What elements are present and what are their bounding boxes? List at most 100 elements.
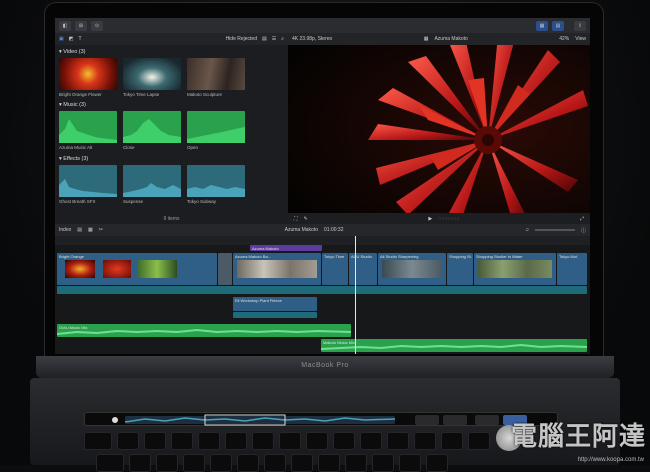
keyword-button[interactable]: ⊙ (91, 20, 103, 31)
title-clip[interactable]: Azuma Makoto (250, 245, 322, 251)
keyboard-key[interactable] (306, 432, 328, 450)
project-name: Azuma Makoto (284, 227, 319, 233)
keyboard-key[interactable] (279, 432, 301, 450)
play-button[interactable]: ▶ (428, 216, 432, 222)
laptop-screen: ◧ ⊞ ⊙ ▦ ▤ ⇪ ▣ ◩ T Hide Rejected ▤ ☰ ⌕ 4K… (55, 18, 590, 354)
keyboard-key[interactable] (183, 454, 205, 472)
video-clip[interactable]: Azuma Makoto Ba... (233, 253, 321, 285)
viewer-header: 4K 23.98p, Stereo ▦ Azuma Makoto 42% Vie… (288, 33, 590, 45)
touch-bar[interactable] (84, 412, 558, 426)
photos-icon[interactable]: ◩ (69, 36, 74, 42)
project-duration: 01:00:32 (324, 227, 344, 233)
list-view-icon[interactable]: ☰ (272, 36, 276, 42)
keyboard-key[interactable] (96, 454, 124, 472)
connected-audio[interactable] (233, 312, 317, 318)
layout-button-2[interactable]: ▤ (552, 20, 564, 31)
video-clip[interactable]: All Studio Sharpening (378, 253, 446, 285)
keyboard-row (84, 432, 490, 450)
library-toggle-button[interactable]: ◧ (59, 20, 71, 31)
section-music-label[interactable]: ▾ Music (3) (59, 102, 86, 108)
titles-icon[interactable]: T (78, 36, 81, 42)
clip-label: Tokyo Time Lapse (123, 92, 160, 97)
video-clip[interactable]: ACU Studio (349, 253, 377, 285)
audio-clip-thumbnail[interactable] (187, 111, 245, 143)
snap-icon[interactable]: ▦ (88, 227, 93, 233)
audio-clip-thumbnail[interactable] (123, 165, 181, 197)
media-browser: ▾ Video (3) Bright Orange Flower Tokyo T… (55, 45, 288, 224)
video-clip[interactable]: Tokyo Mot (557, 253, 587, 285)
timeline-ruler[interactable] (55, 236, 590, 245)
index-button[interactable]: Index (59, 227, 71, 233)
video-clip[interactable]: Tokyo Time (322, 253, 348, 285)
filmstrip-icon[interactable]: ▤ (262, 36, 267, 42)
audio-clip-thumbnail[interactable] (59, 111, 117, 143)
filmstrip-frame (237, 260, 317, 278)
search-icon[interactable]: ⌕ (281, 36, 284, 42)
video-clip[interactable]: Shopping St. (447, 253, 473, 285)
keyboard-key[interactable] (345, 454, 367, 472)
connected-clip[interactable]: Ell Workshop Plant Fleece (233, 297, 317, 311)
keyboard-key[interactable] (84, 432, 112, 450)
keyboard-key[interactable] (372, 454, 394, 472)
clip-thumbnail[interactable] (187, 58, 245, 90)
zoom-slider[interactable] (534, 229, 575, 231)
keyboard-key[interactable] (264, 454, 286, 472)
fullscreen-icon[interactable]: ⤢ (580, 216, 584, 222)
music-clip[interactable]: Ochu Music Mix (57, 324, 351, 337)
audio-skimming-icon[interactable]: ♫ (525, 227, 529, 233)
photo-stage: ◧ ⊞ ⊙ ▦ ▤ ⇪ ▣ ◩ T Hide Rejected ▤ ☰ ⌕ 4K… (0, 0, 650, 472)
clip-label: Tokyo Subway (187, 199, 217, 204)
keyboard-row (96, 454, 448, 472)
audio-clip-thumbnail[interactable] (187, 165, 245, 197)
clip-audio-lane[interactable] (57, 286, 587, 294)
keyboard-key[interactable] (252, 432, 274, 450)
keyboard-key[interactable] (360, 432, 382, 450)
keyboard-key[interactable] (156, 454, 178, 472)
keyboard-key[interactable] (468, 432, 490, 450)
audio-clip-thumbnail[interactable] (123, 111, 181, 143)
share-icon[interactable]: ⇪ (574, 20, 586, 31)
timeline[interactable]: Azuma Makoto Bright Orange Azuma Makoto … (55, 245, 590, 354)
keyboard-key[interactable] (426, 454, 448, 472)
keyboard-key[interactable] (333, 432, 355, 450)
playhead[interactable] (355, 236, 356, 354)
clip-appearance-icon[interactable]: ▤ (77, 227, 82, 233)
section-video-label[interactable]: ▾ Video (3) (59, 49, 86, 55)
video-clip[interactable]: Shopping Stroller in Water (474, 253, 556, 285)
keyboard-key[interactable] (198, 432, 220, 450)
keyboard-key[interactable] (210, 454, 232, 472)
audio-clip-thumbnail[interactable] (59, 165, 117, 197)
effects-menu-icon[interactable]: ✎ (304, 216, 308, 222)
keyboard-key[interactable] (318, 454, 340, 472)
keyboard-key[interactable] (414, 432, 436, 450)
keyboard-key[interactable] (441, 432, 463, 450)
keyboard-key[interactable] (387, 432, 409, 450)
keyboard-key[interactable] (171, 432, 193, 450)
keyboard-key[interactable] (144, 432, 166, 450)
keyboard-key[interactable] (237, 454, 259, 472)
video-clip[interactable]: Bright Orange (57, 253, 217, 285)
clapper-icon: ▦ (423, 36, 429, 42)
music-clip[interactable]: Makoto Music Mix (321, 339, 587, 352)
keyboard-key[interactable] (225, 432, 247, 450)
filter-dropdown[interactable]: Hide Rejected (226, 36, 257, 42)
view-dropdown[interactable]: View (575, 36, 586, 42)
inspector-icon[interactable]: ⓘ (581, 227, 586, 234)
import-button[interactable]: ⊞ (75, 20, 87, 31)
clip-thumbnail[interactable] (59, 58, 117, 90)
crop-icon[interactable]: ⛶ (294, 216, 298, 222)
waveform-icon (59, 179, 117, 197)
keyboard-key[interactable] (129, 454, 151, 472)
section-effects-label[interactable]: ▾ Effects (3) (59, 156, 88, 162)
video-clip[interactable] (218, 253, 232, 285)
keyboard-key[interactable] (117, 432, 139, 450)
keyboard-key[interactable] (291, 454, 313, 472)
viewer-canvas[interactable] (288, 45, 590, 213)
blade-tool-icon[interactable]: ✂ (99, 227, 103, 233)
clip-thumbnail[interactable] (123, 58, 181, 90)
layout-button-1[interactable]: ▦ (536, 20, 548, 31)
library-icon[interactable]: ▣ (59, 36, 64, 42)
zoom-dropdown[interactable]: 42% (559, 36, 569, 42)
keyboard-key[interactable] (399, 454, 421, 472)
app-toolbar: ◧ ⊞ ⊙ ▦ ▤ ⇪ (55, 18, 590, 33)
